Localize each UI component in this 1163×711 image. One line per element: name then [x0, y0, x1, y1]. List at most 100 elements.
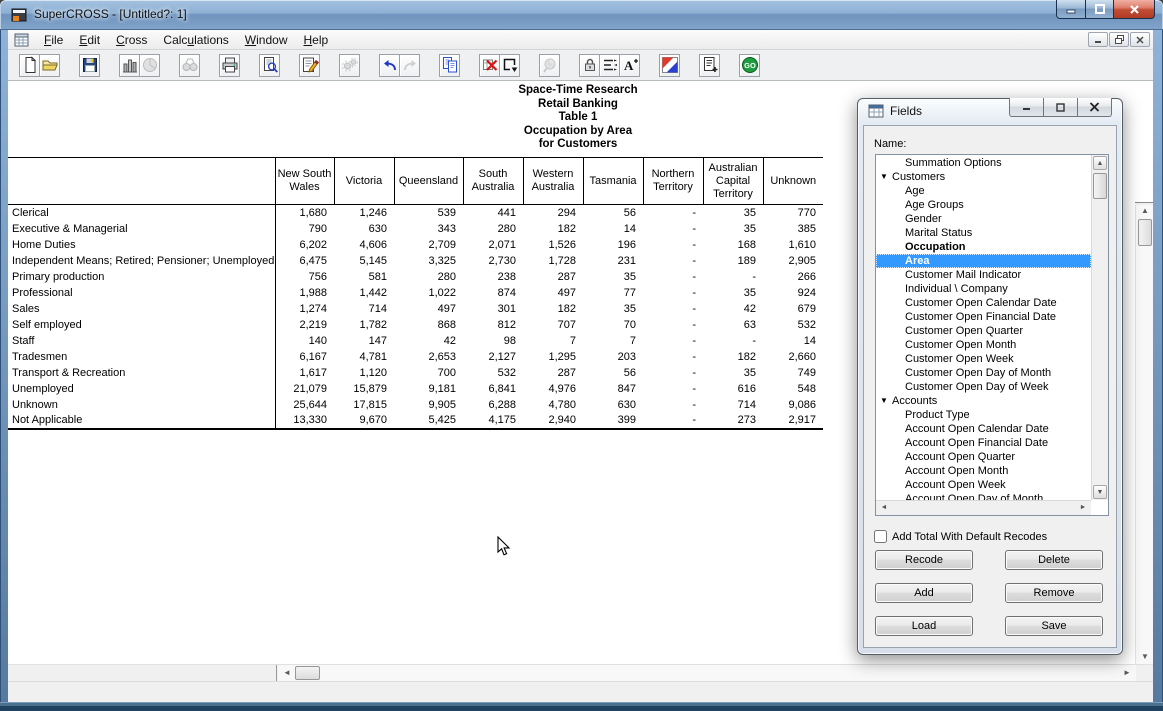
row-header-staff[interactable]: Staff [8, 333, 275, 349]
save-button[interactable]: Save [1005, 616, 1103, 636]
data-cell[interactable]: 6,475 [275, 253, 334, 269]
data-cell[interactable]: 3,325 [394, 253, 463, 269]
field-item-customer-open-month[interactable]: Customer Open Month [876, 338, 1091, 352]
data-cell[interactable]: 25,644 [275, 397, 334, 413]
data-cell[interactable]: 2,219 [275, 317, 334, 333]
data-cell[interactable]: 294 [523, 205, 583, 221]
data-cell[interactable]: 1,610 [763, 237, 823, 253]
data-cell[interactable]: 56 [583, 205, 643, 221]
data-cell[interactable]: 273 [703, 413, 763, 429]
options-button[interactable] [339, 54, 360, 77]
undo-button[interactable] [379, 54, 400, 77]
data-cell[interactable]: 77 [583, 285, 643, 301]
field-item-customer-open-financial-date[interactable]: Customer Open Financial Date [876, 310, 1091, 324]
data-cell[interactable]: 2,709 [394, 237, 463, 253]
column-header-tasmania[interactable]: Tasmania [583, 158, 643, 205]
data-cell[interactable]: 790 [275, 221, 334, 237]
data-cell[interactable]: 679 [763, 301, 823, 317]
data-cell[interactable]: 35 [703, 365, 763, 381]
data-cell[interactable]: 4,781 [334, 349, 394, 365]
data-cell[interactable]: 2,127 [463, 349, 523, 365]
menu-item-edit[interactable]: Edit [71, 31, 108, 49]
field-item-customer-mail-indicator[interactable]: Customer Mail Indicator [876, 268, 1091, 282]
data-cell[interactable]: 6,167 [275, 349, 334, 365]
data-cell[interactable]: 35 [583, 301, 643, 317]
data-cell[interactable]: 287 [523, 269, 583, 285]
field-item-area[interactable]: Area [876, 254, 1091, 268]
column-header-new-south-wales[interactable]: New South Wales [275, 158, 334, 205]
data-cell[interactable]: - [643, 365, 703, 381]
vertical-scrollbar[interactable]: ▲ ▼ [1135, 205, 1153, 664]
data-cell[interactable]: 15,879 [334, 381, 394, 397]
data-cell[interactable]: 714 [334, 301, 394, 317]
data-cell[interactable]: 203 [583, 349, 643, 365]
data-cell[interactable]: 497 [523, 285, 583, 301]
data-cell[interactable]: 924 [763, 285, 823, 301]
scroll-up-icon[interactable]: ▲ [1136, 207, 1154, 215]
data-cell[interactable]: 9,670 [334, 413, 394, 429]
dialog-minimize-button[interactable] [1009, 98, 1044, 117]
data-cell[interactable]: - [643, 269, 703, 285]
field-item-customer-open-quarter[interactable]: Customer Open Quarter [876, 324, 1091, 338]
data-cell[interactable]: 6,841 [463, 381, 523, 397]
field-item-customers[interactable]: ▼Customers [876, 170, 1091, 184]
listbox-scroll-up-icon[interactable]: ▲ [1093, 156, 1107, 170]
column-header-australian-capital-territory[interactable]: Australian Capital Territory [703, 158, 763, 205]
collapse-triangle-icon[interactable]: ▼ [880, 394, 892, 408]
data-cell[interactable]: 1,274 [275, 301, 334, 317]
data-cell[interactable]: - [643, 349, 703, 365]
row-header-professional[interactable]: Professional [8, 285, 275, 301]
field-item-account-open-day-of-month[interactable]: Account Open Day of Month [876, 492, 1091, 500]
data-cell[interactable]: 1,295 [523, 349, 583, 365]
delete-button[interactable]: Delete [1005, 550, 1103, 570]
copy-button[interactable] [439, 54, 460, 77]
data-cell[interactable]: 2,730 [463, 253, 523, 269]
menu-item-window[interactable]: Window [237, 31, 296, 49]
data-cell[interactable]: 2,940 [523, 413, 583, 429]
rotate-table-button[interactable] [499, 54, 520, 77]
go-button[interactable]: GO [739, 54, 760, 77]
field-item-summation-options[interactable]: Summation Options [876, 156, 1091, 170]
dialog-close-button[interactable] [1077, 98, 1112, 117]
data-cell[interactable]: - [643, 317, 703, 333]
data-cell[interactable]: 301 [463, 301, 523, 317]
maximize-button[interactable] [1085, 0, 1114, 19]
data-cell[interactable]: 7 [523, 333, 583, 349]
data-cell[interactable]: 98 [463, 333, 523, 349]
column-header-western-australia[interactable]: Western Australia [523, 158, 583, 205]
mdi-minimize-button[interactable] [1088, 32, 1108, 47]
row-header-transport-recreation[interactable]: Transport & Recreation [8, 365, 275, 381]
add-total-checkbox[interactable] [874, 530, 887, 543]
data-cell[interactable]: 343 [394, 221, 463, 237]
field-item-account-open-month[interactable]: Account Open Month [876, 464, 1091, 478]
data-cell[interactable]: 70 [583, 317, 643, 333]
row-header-unknown[interactable]: Unknown [8, 397, 275, 413]
row-header-self-employed[interactable]: Self employed [8, 317, 275, 333]
delete-table-button[interactable] [479, 54, 500, 77]
data-cell[interactable]: 812 [463, 317, 523, 333]
data-cell[interactable]: - [643, 381, 703, 397]
data-cell[interactable]: 497 [394, 301, 463, 317]
data-cell[interactable]: 14 [763, 333, 823, 349]
graph-view-button[interactable] [139, 54, 160, 77]
data-cell[interactable]: 5,145 [334, 253, 394, 269]
data-cell[interactable]: 1,120 [334, 365, 394, 381]
field-item-age-groups[interactable]: Age Groups [876, 198, 1091, 212]
data-cell[interactable]: 231 [583, 253, 643, 269]
stop-button[interactable] [539, 54, 560, 77]
row-header-independent-means-retired-pensioner-unemployed[interactable]: Independent Means; Retired; Pensioner; U… [8, 253, 275, 269]
row-header-sales[interactable]: Sales [8, 301, 275, 317]
data-cell[interactable]: 874 [463, 285, 523, 301]
scroll-right-icon[interactable]: ► [1120, 669, 1134, 677]
fields-listbox[interactable]: Summation Options▼CustomersAgeAge Groups… [875, 154, 1109, 516]
data-cell[interactable]: 2,653 [394, 349, 463, 365]
menu-item-help[interactable]: Help [295, 31, 336, 49]
data-cell[interactable]: 147 [334, 333, 394, 349]
scroll-down-icon[interactable]: ▼ [1136, 653, 1154, 661]
data-cell[interactable]: 707 [523, 317, 583, 333]
data-cell[interactable]: 1,022 [394, 285, 463, 301]
column-header-northern-territory[interactable]: Northern Territory [643, 158, 703, 205]
data-cell[interactable]: 196 [583, 237, 643, 253]
mdi-restore-button[interactable] [1109, 32, 1129, 47]
data-cell[interactable]: - [643, 285, 703, 301]
